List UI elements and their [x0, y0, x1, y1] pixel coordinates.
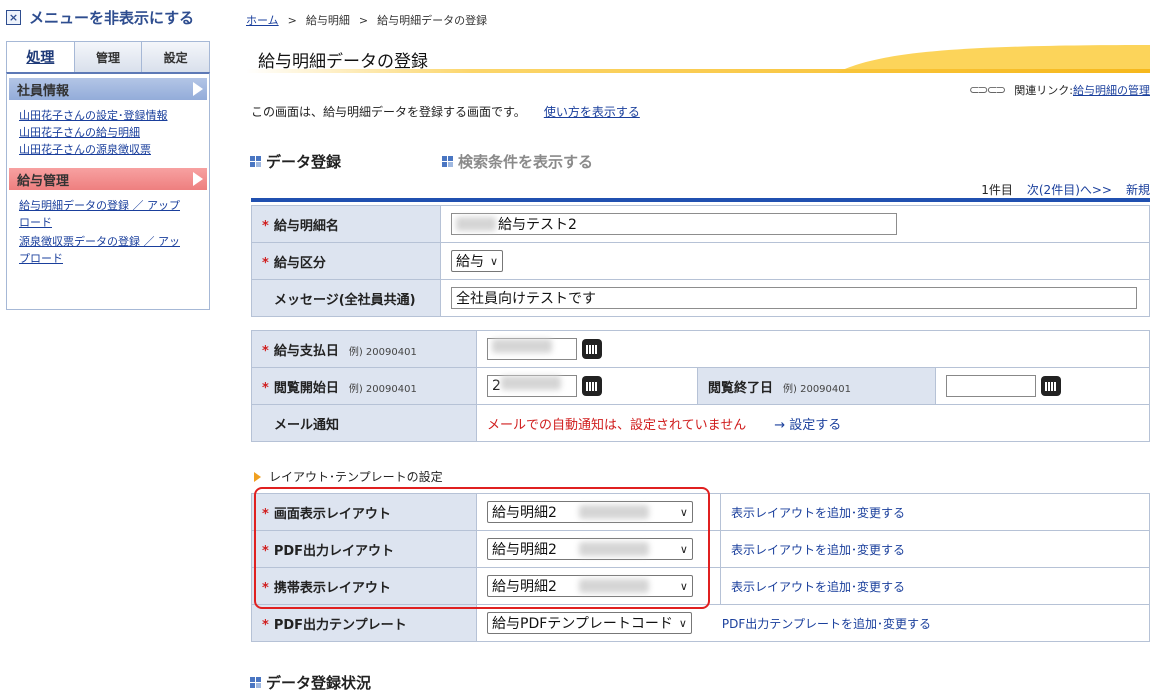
- close-box-icon[interactable]: ×: [6, 9, 21, 25]
- link-chain-icon: ⊂⊃⊂⊃: [968, 82, 1007, 98]
- payslip-type-label: 給与区分: [273, 255, 326, 271]
- view-end-input[interactable]: [946, 375, 1036, 397]
- pdf-template-add-link[interactable]: PDF出力テンプレートを追加･変更する: [722, 617, 931, 631]
- sidebar-link-employee-withholding[interactable]: 山田花子さんの源泉徴収票: [19, 143, 151, 156]
- breadcrumb-payslip: 給与明細: [305, 14, 350, 27]
- form-row-message: メッセージ(全社員共通) 全社員向けテストです: [251, 279, 1150, 317]
- form-row-pdf-layout: * PDF出力レイアウト 給与明細2 ∨ 表示レイアウトを追加･変更する: [251, 530, 1150, 568]
- tab-process[interactable]: 処理: [7, 42, 75, 72]
- tab-settings[interactable]: 設定: [142, 42, 210, 72]
- chevron-down-icon: ∨: [679, 542, 688, 556]
- sidebar-link-employee-settings[interactable]: 山田花子さんの設定･登録情報: [19, 109, 168, 122]
- breadcrumb-current: 給与明細データの登録: [377, 14, 488, 27]
- screen-layout-add-link[interactable]: 表示レイアウトを追加･変更する: [731, 506, 905, 520]
- calendar-icon[interactable]: [582, 339, 602, 359]
- form-row-mobile-layout: * 携帯表示レイアウト 給与明細2 ∨ 表示レイアウトを追加･変更する: [251, 567, 1150, 605]
- chevron-down-icon: ∨: [490, 254, 499, 268]
- pay-date-example: 例) 20090401: [348, 346, 417, 358]
- payslip-type-select[interactable]: 給与 ∨: [451, 250, 504, 272]
- related-link-payslip-manage[interactable]: 給与明細の管理: [1073, 82, 1150, 98]
- form-row-payslip-name: * 給与明細名 給与テスト2: [251, 205, 1150, 243]
- form-row-mail-notice: メール通知 メールでの自動通知は、設定されていません → 設定する: [251, 404, 1150, 442]
- view-end-label: 閲覧終了日: [708, 380, 774, 396]
- chevron-down-icon: ∨: [678, 616, 687, 630]
- mail-settings-link[interactable]: → 設定する: [774, 418, 841, 433]
- pager-count: 1件目: [981, 183, 1013, 197]
- payslip-name-label: 給与明細名: [273, 218, 339, 234]
- arrow-right-icon: [193, 82, 203, 96]
- sidebar-payroll-links: 給与明細データの登録 ／ アップロード 源泉徴収票データの登録 ／ アップロード: [7, 190, 209, 277]
- hide-menu-toggle[interactable]: × メニューを非表示にする: [6, 6, 210, 28]
- mail-notice-text: メールでの自動通知は、設定されていません: [487, 417, 747, 433]
- sidebar-link-employee-payslip[interactable]: 山田花子さんの給与明細: [19, 126, 140, 139]
- layout-template-heading: レイアウト･テンプレートの設定: [254, 468, 443, 485]
- section-square-icon: [250, 156, 261, 167]
- form-row-payslip-type: * 給与区分 給与 ∨: [251, 242, 1150, 280]
- payslip-date-form: * 給与支払日 例) 20090401 * 閲覧開始日 例) 20090401 2 閲覧…: [251, 330, 1150, 442]
- section-data-status: データ登録状況: [250, 672, 371, 690]
- tab-manage[interactable]: 管理: [74, 42, 143, 72]
- show-usage-link[interactable]: 使い方を表示する: [544, 105, 640, 119]
- breadcrumb-home[interactable]: ホーム: [246, 14, 279, 27]
- show-search-conditions[interactable]: 検索条件を表示する: [442, 151, 593, 172]
- section-data-entry: データ登録: [250, 151, 341, 172]
- pdf-layout-label: PDF出力レイアウト: [273, 543, 395, 559]
- arrow-right-icon: [193, 172, 203, 186]
- sidebar-section-payroll[interactable]: 給与管理: [9, 168, 207, 190]
- sidebar-link-withholding-upload[interactable]: 源泉徴収票データの登録 ／ アップロード: [19, 235, 180, 265]
- payslip-name-input[interactable]: 給与テスト2: [451, 213, 897, 235]
- sidebar-panel: 社員情報 山田花子さんの設定･登録情報 山田花子さんの給与明細 山田花子さんの源…: [6, 72, 210, 310]
- pay-date-input[interactable]: [487, 338, 577, 360]
- view-start-label: 閲覧開始日: [273, 380, 339, 396]
- layout-template-form: * 画面表示レイアウト 給与明細2 ∨ 表示レイアウトを追加･変更する * PDF出力…: [251, 493, 1150, 642]
- sidebar-employee-links: 山田花子さんの設定･登録情報 山田花子さんの給与明細 山田花子さんの源泉徴収票: [7, 100, 209, 168]
- pdf-layout-select[interactable]: 給与明細2 ∨: [487, 538, 693, 560]
- chevron-down-icon: ∨: [679, 579, 688, 593]
- pay-date-label: 給与支払日: [273, 343, 339, 359]
- view-start-input[interactable]: 2: [487, 375, 577, 397]
- hide-menu-label[interactable]: メニューを非表示にする: [29, 7, 194, 28]
- form-row-view-period: * 閲覧開始日 例) 20090401 2 閲覧終了日 例) 20090401: [251, 367, 1150, 405]
- section-square-icon: [442, 156, 453, 167]
- payslip-basic-form: * 給与明細名 給与テスト2 * 給与区分 給与 ∨ メッセージ(全社員共通) 全社員…: [251, 205, 1150, 317]
- sidebar: × メニューを非表示にする 処理 管理 設定 社員情報 山田花子さんの設定･登録…: [6, 6, 210, 310]
- message-label: メッセージ(全社員共通): [274, 292, 416, 308]
- pdf-template-label: PDF出力テンプレート: [273, 617, 407, 633]
- screen-layout-label: 画面表示レイアウト: [273, 506, 391, 522]
- form-row-pay-date: * 給与支払日 例) 20090401: [251, 330, 1150, 368]
- calendar-icon[interactable]: [1041, 376, 1061, 396]
- screen-layout-select[interactable]: 給与明細2 ∨: [487, 501, 693, 523]
- form-row-pdf-template: * PDF出力テンプレート 給与PDFテンプレートコード ∨ PDF出力テンプレートを…: [251, 604, 1150, 642]
- pager: 1件目 次(2件目)へ>> 新規: [967, 181, 1150, 198]
- blue-divider: [251, 198, 1150, 202]
- calendar-icon[interactable]: [582, 376, 602, 396]
- breadcrumb: ホーム > 給与明細 > 給与明細データの登録: [246, 14, 488, 27]
- chevron-down-icon: ∨: [679, 505, 688, 519]
- pager-next-link[interactable]: 次(2件目)へ>>: [1027, 183, 1112, 197]
- mail-notice-label: メール通知: [274, 417, 340, 433]
- sidebar-link-payslip-upload[interactable]: 給与明細データの登録 ／ アップロード: [19, 199, 180, 229]
- triangle-bullet-icon: [254, 471, 261, 482]
- section-square-icon: [250, 677, 261, 688]
- mobile-layout-add-link[interactable]: 表示レイアウトを追加･変更する: [731, 580, 905, 594]
- pager-new-link[interactable]: 新規: [1126, 183, 1150, 197]
- view-start-example: 例) 20090401: [348, 383, 417, 395]
- pdf-layout-add-link[interactable]: 表示レイアウトを追加･変更する: [731, 543, 905, 557]
- pdf-template-select[interactable]: 給与PDFテンプレートコード ∨: [487, 612, 692, 634]
- sidebar-tabs: 処理 管理 設定: [6, 41, 210, 72]
- intro-text: この画面は、給与明細データを登録する画面です。 使い方を表示する: [251, 105, 640, 119]
- view-end-example: 例) 20090401: [783, 383, 851, 395]
- mobile-layout-select[interactable]: 給与明細2 ∨: [487, 575, 693, 597]
- form-row-screen-layout: * 画面表示レイアウト 給与明細2 ∨ 表示レイアウトを追加･変更する: [251, 493, 1150, 531]
- mobile-layout-label: 携帯表示レイアウト: [273, 580, 391, 596]
- page-title-bar: 給与明細データの登録: [246, 43, 1150, 73]
- related-links: ⊂⊃⊂⊃ 関連リンク: 給与明細の管理: [969, 82, 1150, 98]
- page-title: 給与明細データの登録: [258, 52, 428, 72]
- message-input[interactable]: 全社員向けテストです: [451, 287, 1137, 309]
- related-prefix: 関連リンク:: [1014, 84, 1073, 97]
- sidebar-section-employee[interactable]: 社員情報: [9, 78, 207, 100]
